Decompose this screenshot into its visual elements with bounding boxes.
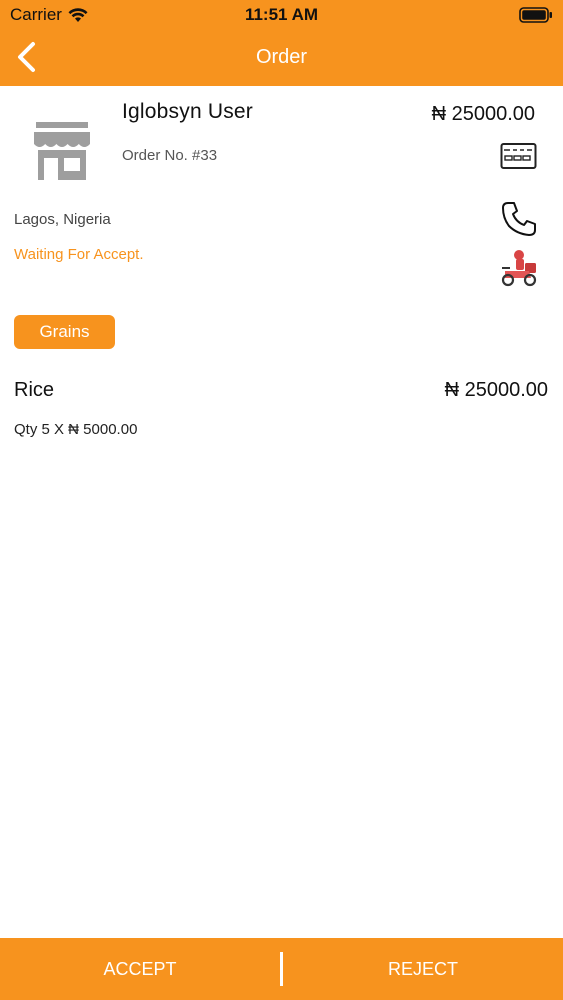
- customer-name: Iglobsyn User: [122, 100, 253, 123]
- category-chip[interactable]: Grains: [14, 315, 115, 349]
- reject-button[interactable]: REJECT: [283, 938, 563, 1000]
- card-icon: [500, 143, 537, 169]
- status-bar: Carrier 11:51 AM: [0, 0, 563, 30]
- order-total: ₦ 25000.00: [431, 103, 535, 125]
- battery-icon: [519, 7, 552, 23]
- order-number: Order No. #33: [122, 147, 218, 164]
- action-bar: ACCEPT REJECT: [0, 938, 563, 1000]
- phone-icon[interactable]: [500, 200, 538, 238]
- delivery-rider-icon: [501, 250, 537, 287]
- header-bar: Carrier 11:51 AM Order: [0, 0, 563, 86]
- store-icon: [34, 122, 90, 180]
- item-price: ₦ 25000.00: [444, 379, 548, 401]
- accept-button[interactable]: ACCEPT: [0, 938, 280, 1000]
- item-name: Rice: [14, 379, 55, 401]
- order-location: Lagos, Nigeria: [14, 211, 111, 228]
- order-status: Waiting For Accept.: [14, 246, 144, 263]
- item-quantity: Qty 5 X ₦ 5000.00: [14, 421, 138, 438]
- page-title: Order: [255, 46, 308, 68]
- status-time: 11:51 AM: [244, 5, 319, 24]
